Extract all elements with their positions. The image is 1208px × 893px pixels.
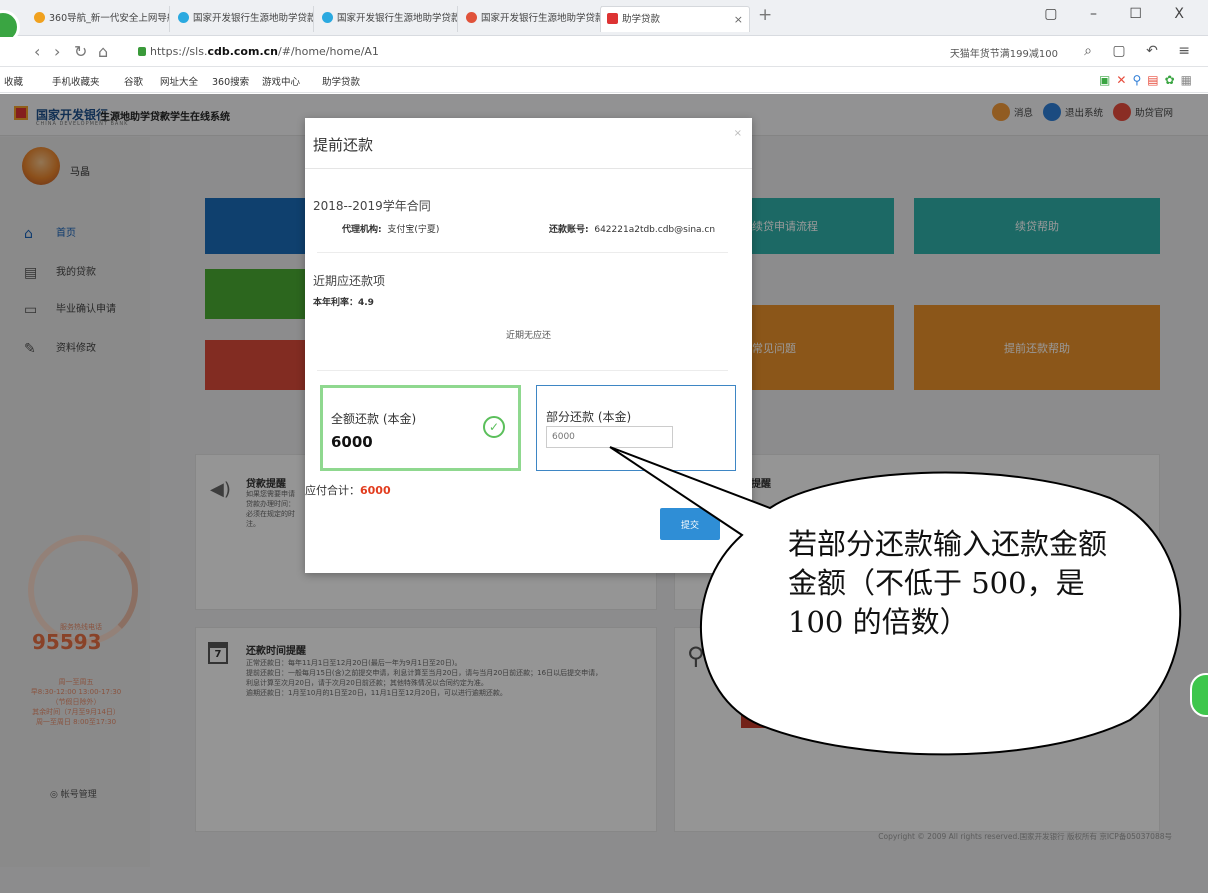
tab-close-icon[interactable]: × — [734, 7, 743, 32]
forward-icon[interactable]: › — [54, 42, 60, 61]
favorites-tool-icons[interactable]: ▣✕⚲▤✿▦ — [1099, 73, 1198, 87]
favorite-item[interactable]: 收藏 — [4, 74, 23, 88]
favorite-item[interactable]: 谷歌 — [124, 74, 143, 88]
favorite-item[interactable]: 游戏中心 — [262, 74, 300, 88]
agency-label: 代理机构: — [342, 225, 382, 235]
partial-amount-input[interactable] — [546, 426, 673, 448]
no-due-text: 近期无应还 — [505, 331, 551, 341]
account-info: 还款账号: 642221a2tdb.cdb@sina.cn — [549, 222, 715, 235]
back-icon[interactable]: ‹ — [34, 42, 40, 61]
divider — [317, 370, 728, 371]
tab-favicon-icon — [34, 12, 45, 23]
full-repayment-amount: 6000 — [331, 433, 373, 451]
tab-favicon-icon — [322, 12, 333, 23]
contract-title: 2018--2019学年合同 — [313, 199, 431, 213]
favorite-item[interactable]: 助学贷款 — [322, 74, 360, 88]
browser-tab[interactable]: 国家开发银行生源地助学贷款系 — [172, 6, 314, 32]
search-hint[interactable]: 天猫年货节满199减100 — [950, 45, 1058, 60]
tab-label: 国家开发银行生源地助学贷款系 — [193, 13, 314, 24]
new-tab-icon[interactable]: + — [758, 5, 772, 25]
favorite-item[interactable]: 手机收藏夹 — [52, 74, 100, 88]
screenshot-root: 360导航_新一代安全上网导航 国家开发银行生源地助学贷款系 国家开发银行生源地… — [0, 0, 1208, 893]
favorite-item[interactable]: 360搜索 — [212, 74, 249, 88]
partial-repayment-label: 部分还款 (本金) — [546, 410, 632, 424]
prepayment-modal: 提前还款 × 2018--2019学年合同 代理机构: 支付宝(宁夏) 还款账号… — [305, 118, 752, 573]
modal-title: 提前还款 — [313, 136, 374, 154]
browser-tab[interactable]: 国家开发银行生源地助学贷款系 — [460, 6, 602, 32]
url-host: cdb.com.cn — [207, 45, 278, 58]
url-path: /#/home/home/A1 — [277, 45, 379, 58]
agency-value: 支付宝(宁夏) — [387, 225, 440, 235]
recent-due-title: 近期应还款项 — [313, 274, 386, 288]
browser-tab-active[interactable]: 助学贷款 × — [600, 6, 750, 32]
window-controls[interactable]: ▢ – ☐ X — [1044, 6, 1198, 22]
favorite-item[interactable]: 网址大全 — [160, 74, 198, 88]
account-label: 还款账号: — [549, 225, 589, 235]
address-bar[interactable]: https://sls.cdb.com.cn/#/home/home/A1 — [130, 45, 379, 58]
partial-repayment-option[interactable]: 部分还款 (本金) — [536, 385, 736, 471]
divider — [305, 168, 752, 169]
browser-tab[interactable]: 360导航_新一代安全上网导航 — [28, 6, 170, 32]
refresh-icon[interactable]: ↻ — [74, 42, 87, 61]
total-label: 应付合计： — [305, 484, 360, 497]
interest-rate: 本年利率：4.9 — [313, 298, 374, 308]
callout-text: 若部分还款输入还款金额金额（不低于 500，是 100 的倍数） — [788, 527, 1108, 639]
close-icon[interactable]: × — [734, 128, 742, 139]
tab-label: 国家开发银行生源地助学贷款系 — [481, 13, 602, 24]
tab-label: 助学贷款 — [622, 14, 661, 25]
tab-favicon-icon — [607, 13, 618, 24]
full-repayment-label: 全额还款 (本金) — [331, 412, 417, 426]
agency-info: 代理机构: 支付宝(宁夏) — [342, 222, 439, 235]
full-repayment-option[interactable]: 全额还款 (本金) 6000 ✓ — [320, 385, 521, 471]
account-value: 642221a2tdb.cdb@sina.cn — [594, 225, 716, 235]
submit-button[interactable]: 提交 — [660, 508, 720, 540]
total-due: 应付合计：6000 — [305, 482, 391, 498]
tab-label: 国家开发银行生源地助学贷款系 — [337, 13, 458, 24]
browser-tab[interactable]: 国家开发银行生源地助学贷款系 — [316, 6, 458, 32]
total-value: 6000 — [360, 484, 391, 497]
floating-service-icon[interactable] — [1190, 673, 1208, 717]
lock-icon — [138, 47, 146, 56]
browser-nav-bar: ‹ › ↻ ⌂ https://sls.cdb.com.cn/#/home/ho… — [0, 37, 1208, 67]
tab-label: 360导航_新一代安全上网导航 — [49, 13, 170, 24]
tab-favicon-icon — [178, 12, 189, 23]
nav-tool-icons[interactable]: ⌕ ▢ ↶ ≡ — [1084, 43, 1198, 59]
check-icon: ✓ — [483, 416, 505, 438]
divider — [317, 252, 728, 253]
browser-tab-bar: 360导航_新一代安全上网导航 国家开发银行生源地助学贷款系 国家开发银行生源地… — [0, 0, 1208, 44]
tab-favicon-icon — [466, 12, 477, 23]
home-nav-icon[interactable]: ⌂ — [98, 42, 108, 61]
favorites-bar: 收藏 手机收藏夹 谷歌 网址大全 360搜索 游戏中心 助学贷款 ▣✕⚲▤✿▦ — [0, 68, 1208, 93]
url-prefix: https://sls. — [150, 45, 208, 58]
